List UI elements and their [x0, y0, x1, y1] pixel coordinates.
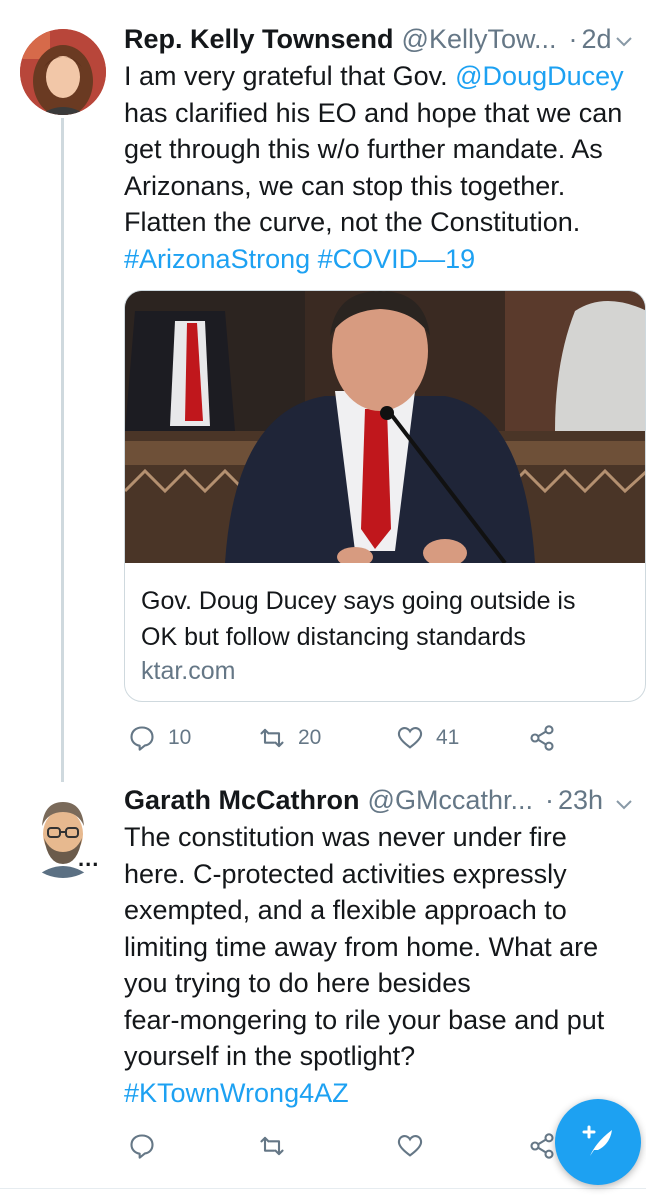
tweet-text-line: yourself in the spotlight?: [124, 1041, 416, 1071]
card-title-line: OK but follow distancing standards: [141, 623, 526, 651]
tweet-header: Garath McCathron @GMccathr... · 23h: [124, 780, 603, 820]
card-image: [125, 291, 645, 563]
share-button[interactable]: [528, 1126, 556, 1166]
tweet-text-line: has clarified his EO and hope that we ca…: [124, 97, 623, 128]
tweet-text-line: Flatten the curve, not the Constitution.: [124, 207, 581, 237]
separator-dot: ·: [544, 784, 554, 815]
tweet-text: The constitution was never under fire he…: [124, 819, 644, 1111]
hashtag-link[interactable]: #KTownWrong4AZ: [124, 1075, 644, 1112]
display-name[interactable]: Rep. Kelly Townsend: [124, 24, 394, 55]
like-count: 41: [436, 726, 460, 749]
thread-more-indicator: ...: [78, 846, 100, 871]
tweet-actions: [124, 1126, 624, 1166]
retweet-icon: [260, 1136, 284, 1156]
retweet-icon: [260, 728, 284, 748]
card-title-line: Gov. Doug Ducey says going outside is: [141, 587, 576, 615]
reply-count: 10: [168, 726, 192, 749]
card-title: Gov. Doug Ducey says going outside is OK…: [141, 583, 641, 655]
like-icon: [397, 727, 423, 749]
tweet-timestamp[interactable]: 2d: [582, 24, 612, 55]
reply-button[interactable]: 10: [128, 718, 191, 758]
retweet-count: 20: [298, 726, 322, 749]
tweet-text-line: you trying to do here besides: [124, 968, 471, 998]
reply-icon: [130, 726, 154, 751]
reply-icon: [130, 1134, 154, 1159]
tweet-text-line: fear-mongering to rile your base and put: [124, 1004, 605, 1035]
separator-dot: ·: [568, 23, 578, 54]
tweet-text: I am very grateful that Gov. @DougDucey …: [124, 58, 644, 277]
mention-link[interactable]: @DougDucey: [455, 61, 624, 91]
thread-connector-line: [61, 118, 64, 782]
display-name[interactable]: Garath McCathron: [124, 785, 360, 816]
tweet-header: Rep. Kelly Townsend @KellyTow... · 2d: [124, 19, 612, 59]
retweet-button[interactable]: [258, 1126, 286, 1166]
reply-button[interactable]: [128, 1126, 156, 1166]
share-icon: [530, 725, 554, 751]
like-button[interactable]: [396, 1126, 424, 1166]
tweet-actions: 10 20 41: [124, 718, 624, 758]
user-handle[interactable]: @GMccathr...: [368, 785, 533, 816]
compose-tweet-button[interactable]: [555, 1099, 641, 1185]
next-tweet-peek: [0, 1188, 646, 1200]
share-button[interactable]: [528, 718, 556, 758]
like-button[interactable]: 41: [396, 718, 459, 758]
tweet-text-line: Arizonans, we can stop this together.: [124, 170, 566, 201]
like-icon: [397, 1135, 423, 1157]
chevron-down-icon[interactable]: [612, 29, 636, 53]
hashtag-links[interactable]: #ArizonaStrong #COVID—19: [124, 241, 644, 278]
tweet-text-line: here. C-protected activities expressly: [124, 858, 567, 889]
tweet-text-line: get through this w/o further mandate. As: [124, 134, 603, 164]
card-domain: ktar.com: [141, 657, 236, 685]
tweet-text-line: limiting time away from home. What are: [124, 931, 599, 962]
chevron-down-icon[interactable]: [612, 792, 636, 816]
tweet-text-line: The constitution was never under fire: [124, 822, 567, 852]
user-handle[interactable]: @KellyTow...: [402, 24, 557, 55]
tweet-text-line: I am very grateful that Gov.: [124, 61, 456, 91]
link-preview-card[interactable]: Gov. Doug Ducey says going outside is OK…: [124, 290, 646, 702]
tweet-timestamp[interactable]: 23h: [558, 785, 603, 816]
share-icon: [530, 1133, 554, 1159]
compose-tweet-icon: [582, 1125, 612, 1156]
retweet-button[interactable]: 20: [258, 718, 321, 758]
avatar[interactable]: [20, 29, 106, 115]
tweet-text-line: exempted, and a flexible approach to: [124, 895, 567, 925]
